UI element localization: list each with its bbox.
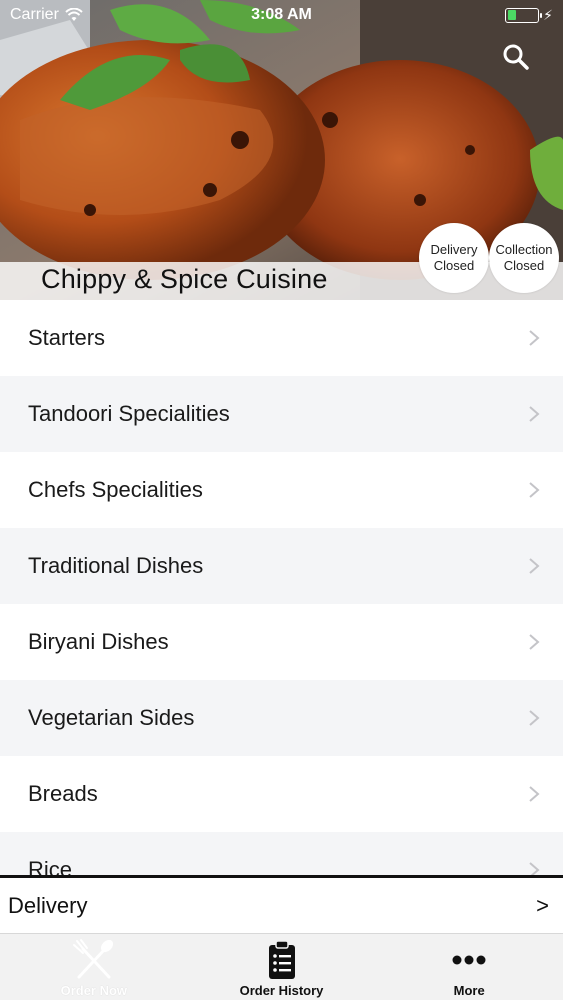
category-label: Tandoori Specialities <box>28 401 230 426</box>
delivery-status-badge: Delivery Closed <box>419 223 489 293</box>
category-label: Chefs Specialities <box>28 477 203 502</box>
more-dots-icon <box>452 955 486 965</box>
chevron-right-icon <box>529 786 540 802</box>
search-button[interactable] <box>501 42 531 72</box>
category-row-traditional[interactable]: Traditional Dishes <box>0 528 563 604</box>
chevron-right-icon <box>529 558 540 574</box>
category-row-tandoori[interactable]: Tandoori Specialities <box>0 376 563 452</box>
chevron-right-icon <box>529 406 540 422</box>
charging-bolt-icon: ⚡ <box>543 6 553 23</box>
tab-order-history[interactable]: Order History <box>188 934 376 1000</box>
category-label: Vegetarian Sides <box>28 705 195 730</box>
menu-category-list[interactable]: Starters Tandoori Specialities Chefs Spe… <box>0 300 563 875</box>
chevron-right-icon <box>529 710 540 726</box>
order-mode-arrow: > <box>536 892 549 918</box>
category-label: Rice <box>28 857 73 875</box>
category-row-rice[interactable]: Rice <box>0 832 563 875</box>
category-label: Traditional Dishes <box>28 553 204 578</box>
collection-status-badge: Collection Closed <box>489 223 559 293</box>
tab-order-now[interactable]: Order Now <box>0 934 188 1000</box>
tab-label: Order Now <box>60 983 128 998</box>
category-row-vegetarian[interactable]: Vegetarian Sides <box>0 680 563 756</box>
collection-status-value: Closed <box>503 258 545 273</box>
restaurant-name: Chippy & Spice Cuisine <box>41 264 328 294</box>
search-icon <box>503 44 529 70</box>
chevron-right-icon <box>529 634 540 650</box>
category-row-chefs[interactable]: Chefs Specialities <box>0 452 563 528</box>
carrier-label: Carrier <box>10 6 59 23</box>
status-bar: Carrier 3:08 AM ⚡ <box>0 0 563 30</box>
category-label: Starters <box>28 325 106 350</box>
tab-bar: Order Now Order History More <box>0 933 563 1000</box>
delivery-status-label: Delivery <box>430 242 478 257</box>
tab-label: Order History <box>239 983 324 998</box>
category-row-biryani[interactable]: Biryani Dishes <box>0 604 563 680</box>
category-row-starters[interactable]: Starters <box>0 300 563 376</box>
fork-knife-icon <box>72 939 113 979</box>
order-mode-selector[interactable]: Delivery > <box>0 875 563 933</box>
clock: 3:08 AM <box>251 6 312 23</box>
battery-icon <box>505 7 543 23</box>
wifi-icon <box>65 8 83 21</box>
chevron-right-icon <box>529 482 540 498</box>
category-row-breads[interactable]: Breads <box>0 756 563 832</box>
chevron-right-icon <box>529 330 540 346</box>
collection-status-label: Collection <box>495 242 553 257</box>
chevron-right-icon <box>529 862 540 875</box>
tab-more[interactable]: More <box>375 934 563 1000</box>
order-mode-label: Delivery <box>8 892 88 918</box>
category-label: Breads <box>28 781 98 806</box>
tab-label: More <box>453 983 485 998</box>
delivery-status-value: Closed <box>433 258 475 273</box>
category-label: Biryani Dishes <box>28 629 169 654</box>
clipboard-list-icon <box>268 940 295 979</box>
